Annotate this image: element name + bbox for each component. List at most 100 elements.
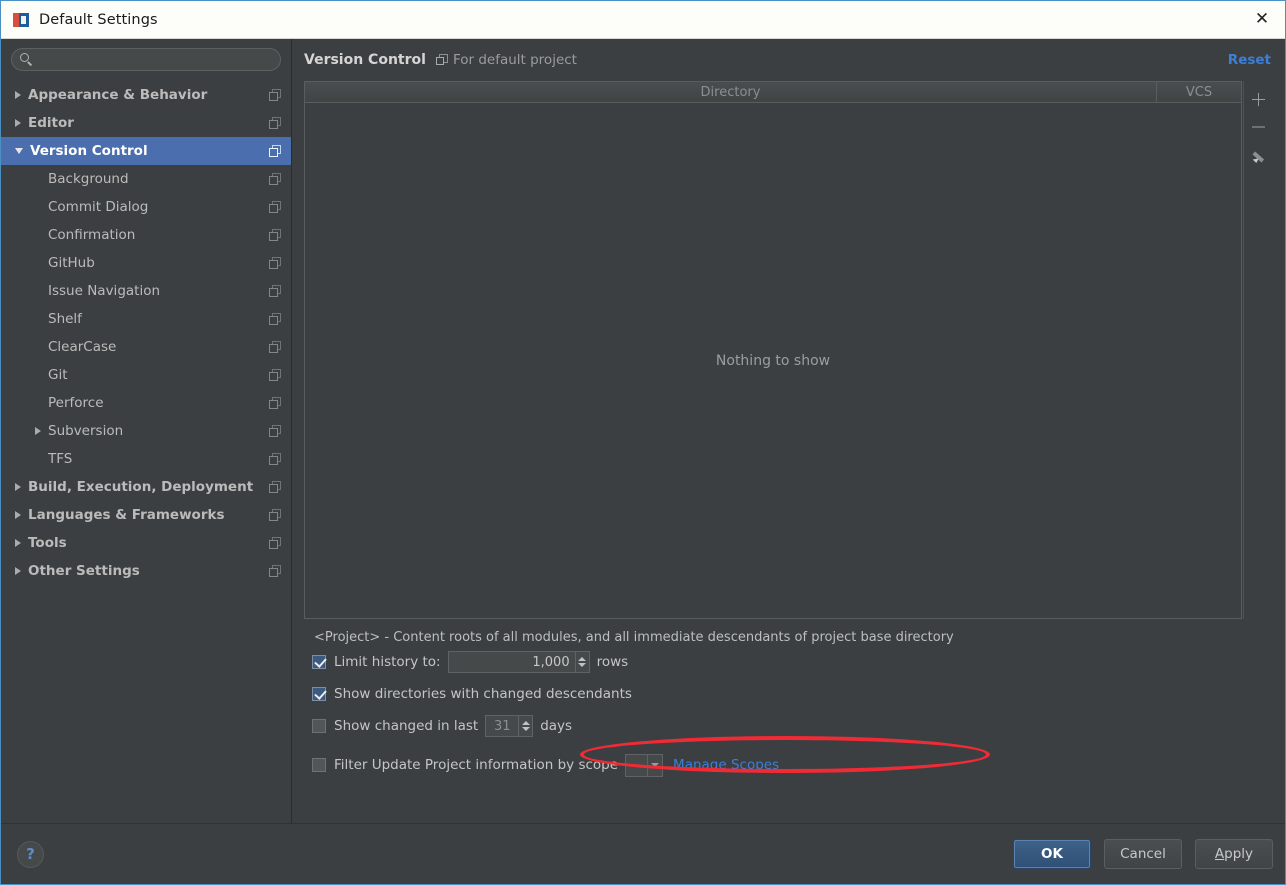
search-input[interactable] [38,52,272,67]
sidebar-item-appearance-behavior[interactable]: Appearance & Behavior [1,81,291,109]
page-subtitle: For default project [452,52,577,68]
limit-history-stepper[interactable]: 1,000 [447,651,590,673]
column-header-vcs[interactable]: VCS [1157,82,1241,102]
column-header-directory[interactable]: Directory [305,82,1157,102]
chevron-up-icon[interactable] [578,657,587,661]
option-show-changed-last: Show changed in last 31 days [312,711,1273,741]
sidebar-item-languages-frameworks[interactable]: Languages & Frameworks [1,501,291,529]
sidebar-item-build-execution-deployment[interactable]: Build, Execution, Deployment [1,473,291,501]
copy-settings-icon[interactable] [269,369,281,381]
help-button[interactable]: ? [17,840,44,868]
sidebar-item-version-control[interactable]: Version Control [1,137,291,165]
footer-buttons: OK Cancel Apply [1000,839,1273,869]
copy-settings-icon[interactable] [269,481,281,493]
copy-settings-icon[interactable] [269,145,281,157]
sidebar-item-clearcase[interactable]: ClearCase [1,333,291,361]
table-toolbar [1243,81,1273,619]
pencil-icon [1252,148,1266,164]
minus-icon [1252,126,1265,128]
limit-history-spin-arrows[interactable] [575,651,590,673]
chevron-down-icon [651,763,660,767]
scope-dropdown-arrow[interactable] [647,754,662,776]
filter-update-label: Filter Update Project information by sco… [334,757,619,773]
sidebar-item-subversion[interactable]: Subversion [1,417,291,445]
chevron-right-icon[interactable] [15,119,21,127]
default-project-icon [435,54,448,66]
sidebar-item-other-settings[interactable]: Other Settings [1,557,291,585]
chevron-down-icon[interactable] [15,148,23,154]
sidebar-item-label: Subversion [48,423,124,439]
show-changed-last-checkbox[interactable] [312,719,326,733]
limit-history-checkbox[interactable] [312,655,326,669]
copy-settings-icon[interactable] [269,89,281,101]
sidebar-item-background[interactable]: Background [1,165,291,193]
copy-settings-icon[interactable] [269,229,281,241]
sidebar-item-label: Tools [28,535,67,551]
copy-settings-icon[interactable] [269,425,281,437]
limit-history-value[interactable]: 1,000 [447,651,576,673]
chevron-up-icon[interactable] [521,721,530,725]
table-empty-message: Nothing to show [305,103,1241,618]
sidebar-item-shelf[interactable]: Shelf [1,305,291,333]
edit-button[interactable] [1245,141,1273,169]
option-limit-history: Limit history to: 1,000 rows [312,647,1273,677]
chevron-down-icon[interactable] [521,727,530,731]
table-header-row: Directory VCS [305,82,1241,103]
sidebar-item-label: Version Control [30,143,148,159]
sidebar-item-issue-navigation[interactable]: Issue Navigation [1,277,291,305]
sidebar-item-label: Background [48,171,129,187]
chevron-right-icon[interactable] [15,567,21,575]
copy-settings-icon[interactable] [269,565,281,577]
search-box[interactable] [11,48,281,71]
cancel-button[interactable]: Cancel [1104,839,1182,869]
sidebar-item-label: Build, Execution, Deployment [28,479,254,495]
copy-settings-icon[interactable] [269,341,281,353]
scope-dropdown[interactable] [625,753,664,777]
show-directories-checkbox[interactable] [312,687,326,701]
copy-settings-icon[interactable] [269,257,281,269]
options-section: <Project> - Content roots of all modules… [304,625,1273,823]
chevron-right-icon[interactable] [15,483,21,491]
copy-settings-icon[interactable] [269,537,281,549]
sidebar-item-label: Other Settings [28,563,140,579]
limit-history-label: Limit history to: [334,654,441,670]
sidebar-item-tfs[interactable]: TFS [1,445,291,473]
copy-settings-icon[interactable] [269,173,281,185]
copy-settings-icon[interactable] [269,453,281,465]
ok-button[interactable]: OK [1013,839,1091,869]
chevron-right-icon[interactable] [15,511,21,519]
sidebar-item-confirmation[interactable]: Confirmation [1,221,291,249]
copy-settings-icon[interactable] [269,509,281,521]
add-button[interactable] [1245,85,1273,113]
remove-button[interactable] [1245,113,1273,141]
sidebar-item-tools[interactable]: Tools [1,529,291,557]
settings-main-panel: Version Control For default project Rese… [292,39,1285,823]
show-directories-label: Show directories with changed descendant… [334,686,632,702]
sidebar-item-github[interactable]: GitHub [1,249,291,277]
sidebar-item-label: Issue Navigation [48,283,161,299]
chevron-down-icon[interactable] [578,663,587,667]
show-changed-last-spin-arrows[interactable] [519,715,534,737]
chevron-right-icon[interactable] [15,539,21,547]
copy-settings-icon[interactable] [269,397,281,409]
chevron-right-icon[interactable] [15,91,21,99]
copy-settings-icon[interactable] [269,313,281,325]
sidebar-item-perforce[interactable]: Perforce [1,389,291,417]
filter-update-checkbox[interactable] [312,758,326,772]
copy-settings-icon[interactable] [269,117,281,129]
show-changed-last-value[interactable]: 31 [485,715,520,737]
reset-link[interactable]: Reset [1228,52,1271,68]
chevron-right-icon[interactable] [35,427,41,435]
sidebar-item-commit-dialog[interactable]: Commit Dialog [1,193,291,221]
apply-button[interactable]: Apply [1195,839,1273,869]
sidebar-item-editor[interactable]: Editor [1,109,291,137]
close-icon[interactable]: ✕ [1239,1,1285,38]
manage-scopes-link[interactable]: Manage Scopes [673,757,779,773]
search-icon [20,53,33,66]
sidebar-item-git[interactable]: Git [1,361,291,389]
show-changed-last-stepper[interactable]: 31 [485,715,534,737]
directory-table[interactable]: Directory VCS Nothing to show [304,81,1242,619]
option-filter-update: Filter Update Project information by sco… [312,750,1273,780]
copy-settings-icon[interactable] [269,201,281,213]
copy-settings-icon[interactable] [269,285,281,297]
